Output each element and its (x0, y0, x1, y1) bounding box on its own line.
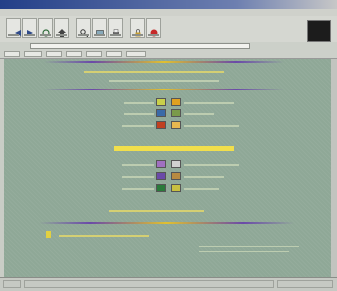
decorative-rule (39, 222, 294, 224)
progress-area (277, 280, 333, 288)
search-button[interactable] (76, 18, 91, 38)
status-bar (0, 277, 337, 291)
browser-window (0, 0, 337, 291)
bullet-icon (46, 231, 51, 238)
menu-link-text[interactable] (184, 102, 234, 104)
photo-thumb-icon[interactable] (171, 184, 181, 192)
footer-text (199, 246, 299, 247)
home-button[interactable] (54, 18, 69, 38)
footer-text (199, 251, 289, 252)
menu-link-text[interactable] (124, 113, 154, 115)
photo-thumb-icon[interactable] (156, 172, 166, 180)
menu-link-text[interactable] (184, 176, 224, 178)
personal-toolbar (0, 50, 337, 59)
forward-button[interactable] (22, 18, 37, 38)
photo-thumb-icon[interactable] (171, 160, 181, 168)
toolbar-link-button[interactable] (86, 51, 102, 57)
search-icon (80, 22, 89, 38)
link-text[interactable] (109, 210, 204, 212)
menu-link-text[interactable] (122, 125, 154, 127)
home-icon (58, 22, 66, 37)
back-button[interactable] (6, 18, 21, 38)
back-arrow-icon (10, 22, 22, 36)
forward-arrow-icon (26, 22, 34, 36)
status-text (24, 280, 274, 288)
reload-icon (42, 22, 50, 37)
vertical-scrollbar[interactable] (331, 59, 337, 277)
security-button[interactable] (130, 18, 145, 38)
stop-icon (150, 22, 158, 37)
link-text[interactable] (109, 80, 219, 82)
photo-thumb-icon[interactable] (171, 172, 181, 180)
page-content (4, 59, 331, 277)
photo-thumb-icon[interactable] (156, 160, 166, 168)
photo-thumb-icon[interactable] (171, 121, 181, 129)
menu-link-text[interactable] (184, 188, 219, 190)
navigation-toolbar (0, 16, 337, 43)
menu-link-text[interactable] (184, 164, 239, 166)
reload-button[interactable] (38, 18, 53, 38)
toolbar-link-button[interactable] (4, 51, 20, 57)
toolbar-link-button[interactable] (46, 51, 62, 57)
photo-thumb-icon[interactable] (156, 109, 166, 117)
menu-bar (0, 9, 337, 16)
location-bar (0, 42, 337, 50)
menu-link-text[interactable] (124, 102, 154, 104)
decorative-rule (44, 61, 284, 63)
title-bar (0, 0, 337, 9)
browser-logo-throbber (307, 20, 331, 42)
security-icon (134, 22, 142, 37)
photo-thumb-icon[interactable] (156, 98, 166, 106)
toolbar-link-button[interactable] (106, 51, 122, 57)
photo-thumb-icon[interactable] (156, 184, 166, 192)
menu-link-text[interactable] (122, 188, 154, 190)
toolbar-link-button[interactable] (126, 51, 146, 57)
menu-link-text[interactable] (122, 164, 154, 166)
toolbar-link-button[interactable] (66, 51, 82, 57)
images-button[interactable] (92, 18, 107, 38)
decorative-rule (44, 89, 284, 90)
stop-button[interactable] (146, 18, 161, 38)
photo-thumb-icon[interactable] (156, 121, 166, 129)
menu-link-text[interactable] (184, 125, 239, 127)
photo-thumb-icon[interactable] (171, 98, 181, 106)
section-heading (114, 146, 234, 151)
security-status-icon (3, 280, 21, 288)
photo-thumb-icon[interactable] (171, 109, 181, 117)
menu-link-text[interactable] (184, 113, 214, 115)
print-icon (112, 22, 120, 36)
link-text[interactable] (59, 235, 149, 237)
print-button[interactable] (108, 18, 123, 38)
toolbar-link-button[interactable] (24, 51, 42, 57)
menu-link-text[interactable] (122, 176, 154, 178)
url-input[interactable] (30, 43, 250, 49)
link-text[interactable] (84, 71, 224, 73)
images-icon (96, 22, 104, 36)
